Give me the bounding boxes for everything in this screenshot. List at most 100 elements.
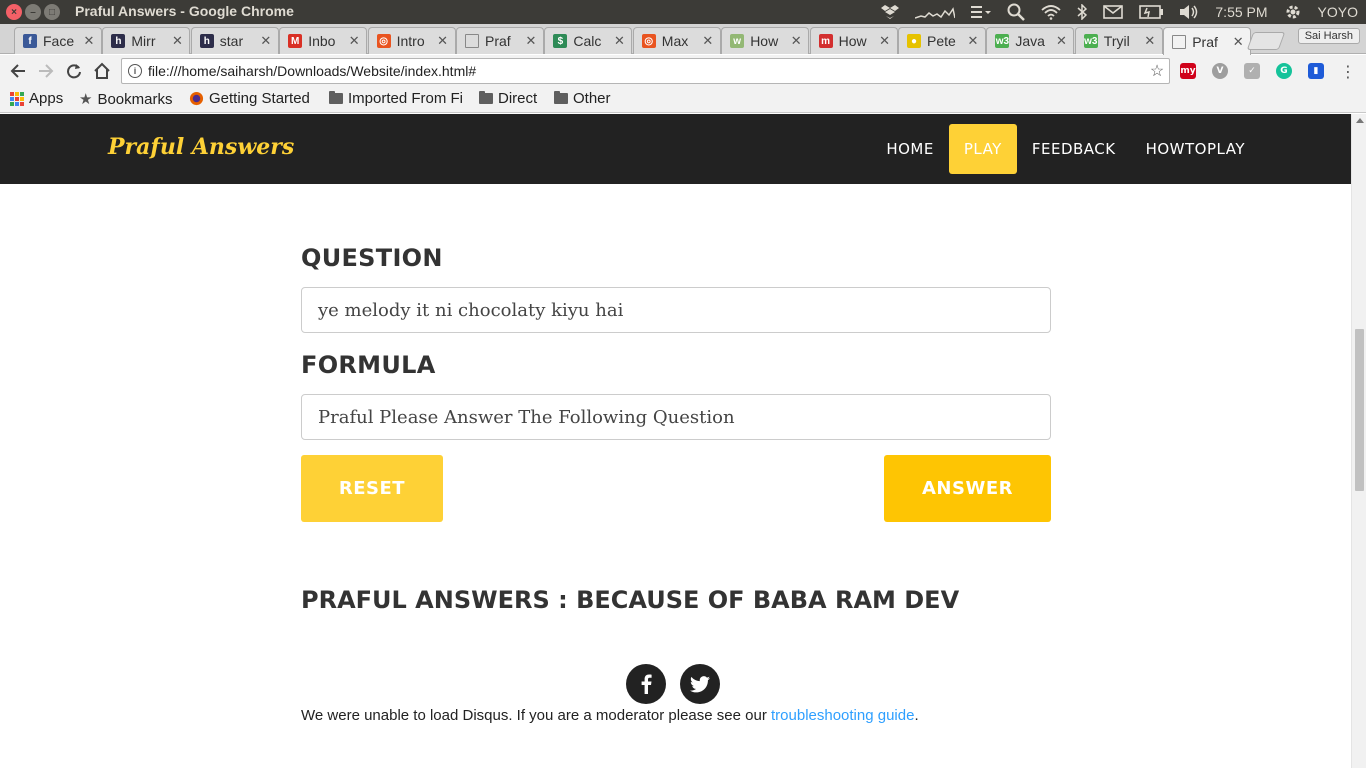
nav-home[interactable]: HOME — [871, 124, 949, 174]
window-maximize-button[interactable]: □ — [44, 4, 60, 20]
clock-text[interactable]: 7:55 PM — [1215, 4, 1267, 20]
tab-close-icon[interactable]: ✕ — [1053, 33, 1069, 49]
tab-label: Intro — [396, 33, 425, 49]
bookmarks-bar: Apps ★ Bookmarks Getting Started Importe… — [0, 87, 1366, 113]
tab-close-icon[interactable]: ✕ — [435, 33, 451, 49]
tab-close-icon[interactable]: ✕ — [346, 33, 362, 49]
tab-close-icon[interactable]: ✕ — [258, 33, 274, 49]
tab-close-icon[interactable]: ✕ — [1230, 34, 1246, 50]
window-close-button[interactable]: × — [6, 4, 22, 20]
site-brand[interactable]: Praful Answers — [108, 134, 294, 160]
mail-icon[interactable] — [1103, 5, 1124, 19]
keyboard-menu-icon[interactable] — [971, 5, 992, 19]
reset-button[interactable]: RESET — [301, 455, 443, 522]
bookmark-extension-icon[interactable]: ▮ — [1308, 63, 1324, 79]
browser-tab[interactable]: w3 Tryil ✕ — [1074, 27, 1163, 54]
browser-tab[interactable]: ◎ Max ✕ — [632, 27, 721, 54]
search-icon[interactable] — [1007, 3, 1026, 21]
dollar-icon: $ — [553, 34, 568, 48]
bookmark-other[interactable]: Other — [554, 90, 611, 107]
bluetooth-icon[interactable] — [1077, 4, 1088, 20]
chrome-tab-strip: f Face ✕ h Mirr ✕ h star ✕ M Inbo ✕ ◎ Intro ✕ Praf ✕ $ Cal… — [0, 24, 1366, 55]
page-scrollbar[interactable] — [1351, 114, 1366, 768]
dropbox-icon[interactable] — [881, 4, 900, 20]
pete-icon: ● — [907, 34, 921, 48]
system-monitor-icon[interactable] — [915, 5, 956, 19]
address-bar[interactable]: i file:///home/saiharsh/Downloads/Websit… — [121, 58, 1170, 84]
nav-feedback[interactable]: FEEDBACK — [1017, 124, 1131, 174]
settings-gear-icon[interactable] — [1284, 3, 1302, 21]
scroll-up-arrow-icon[interactable] — [1356, 118, 1364, 123]
nav-play[interactable]: PLAY — [948, 124, 1017, 174]
browser-tab[interactable]: w3 Java ✕ — [986, 27, 1075, 54]
window-minimize-button[interactable]: – — [25, 4, 41, 20]
firefox-icon — [189, 91, 204, 106]
url-text[interactable]: file:///home/saiharsh/Downloads/Website/… — [148, 63, 1145, 79]
troubleshooting-link[interactable]: troubleshooting guide — [771, 707, 914, 724]
site-info-icon[interactable]: i — [128, 64, 142, 78]
grammarly-icon[interactable]: G — [1276, 63, 1292, 79]
bookmark-imported[interactable]: Imported From Fi — [329, 90, 464, 107]
bookmark-label: Getting Started — [209, 90, 310, 107]
tab-label: star — [219, 33, 244, 49]
chrome-menu-icon[interactable]: ⋮ — [1336, 59, 1360, 83]
ubuntu-icon: ◎ — [641, 34, 656, 48]
browser-tab[interactable]: Praf ✕ — [456, 27, 544, 54]
bookmark-bookmarks[interactable]: ★ Bookmarks — [79, 90, 172, 109]
volume-icon[interactable] — [1179, 4, 1199, 20]
tab-close-icon[interactable]: ✕ — [1142, 33, 1158, 49]
page-icon — [1172, 34, 1187, 49]
h-icon: h — [111, 34, 126, 48]
new-tab-button[interactable] — [1246, 32, 1286, 50]
w3-icon: w3 — [1083, 34, 1098, 48]
question-input[interactable]: ye melody it ni chocolaty kiyu hai — [301, 287, 1051, 333]
my-extension-icon[interactable]: my — [1180, 63, 1196, 79]
bookmark-label: Imported From Fi — [348, 90, 464, 107]
browser-tab[interactable]: m How ✕ — [809, 27, 898, 54]
scrollbar-thumb[interactable] — [1355, 329, 1364, 491]
tab-close-icon[interactable]: ✕ — [523, 33, 539, 49]
forward-button[interactable] — [34, 59, 58, 83]
browser-tab[interactable]: Praf ✕ — [1163, 27, 1252, 55]
browser-tab[interactable]: $ Calc ✕ — [544, 27, 633, 54]
tab-close-icon[interactable]: ✕ — [965, 33, 981, 49]
browser-tab[interactable]: M Inbo ✕ — [279, 27, 368, 54]
bookmark-apps[interactable]: Apps — [10, 90, 63, 107]
nav-howtoplay[interactable]: HOWTOPLAY — [1131, 124, 1260, 174]
tab-close-icon[interactable]: ✕ — [877, 33, 893, 49]
social-links — [626, 664, 720, 704]
browser-tab[interactable]: h Mirr ✕ — [102, 27, 191, 54]
browser-tab[interactable]: f Face ✕ — [14, 27, 102, 54]
home-button[interactable] — [90, 59, 114, 83]
facebook-share-button[interactable] — [626, 664, 666, 704]
back-button[interactable] — [6, 59, 30, 83]
browser-tab[interactable]: h star ✕ — [190, 27, 279, 54]
vpn-extension-icon[interactable]: V — [1212, 63, 1228, 79]
bookmark-star-icon[interactable]: ☆ — [1145, 61, 1169, 81]
tab-close-icon[interactable]: ✕ — [169, 33, 185, 49]
twitter-share-button[interactable] — [680, 664, 720, 704]
tab-close-icon[interactable]: ✕ — [700, 33, 716, 49]
browser-tab[interactable]: ● Pete ✕ — [898, 27, 986, 54]
bookmark-getting-started[interactable]: Getting Started — [189, 90, 310, 107]
wifi-icon[interactable] — [1041, 4, 1061, 20]
disqus-error-text: We were unable to load Disqus. If you ar… — [301, 707, 771, 724]
reload-button[interactable] — [62, 59, 86, 83]
extension-icon[interactable]: ✓ — [1244, 63, 1260, 79]
forward-arrow-icon — [39, 64, 54, 78]
tab-close-icon[interactable]: ✕ — [81, 33, 97, 49]
tab-close-icon[interactable]: ✕ — [788, 33, 804, 49]
tagline-heading: PRAFUL ANSWERS : BECAUSE OF BABA RAM DEV — [301, 586, 960, 614]
battery-icon[interactable] — [1139, 5, 1164, 19]
browser-tab[interactable]: w How ✕ — [721, 27, 810, 54]
answer-button[interactable]: ANSWER — [884, 455, 1051, 522]
formula-input[interactable]: Praful Please Answer The Following Quest… — [301, 394, 1051, 440]
system-tray: 7:55 PM YOYO — [881, 3, 1358, 21]
tab-close-icon[interactable]: ✕ — [611, 33, 627, 49]
browser-tab[interactable]: ◎ Intro ✕ — [367, 27, 456, 54]
user-name[interactable]: YOYO — [1318, 4, 1358, 20]
formula-heading: FORMULA — [301, 351, 436, 379]
bookmark-direct[interactable]: Direct — [479, 90, 537, 107]
tab-label: Inbo — [308, 33, 336, 49]
profile-button[interactable]: Sai Harsh — [1297, 28, 1360, 44]
